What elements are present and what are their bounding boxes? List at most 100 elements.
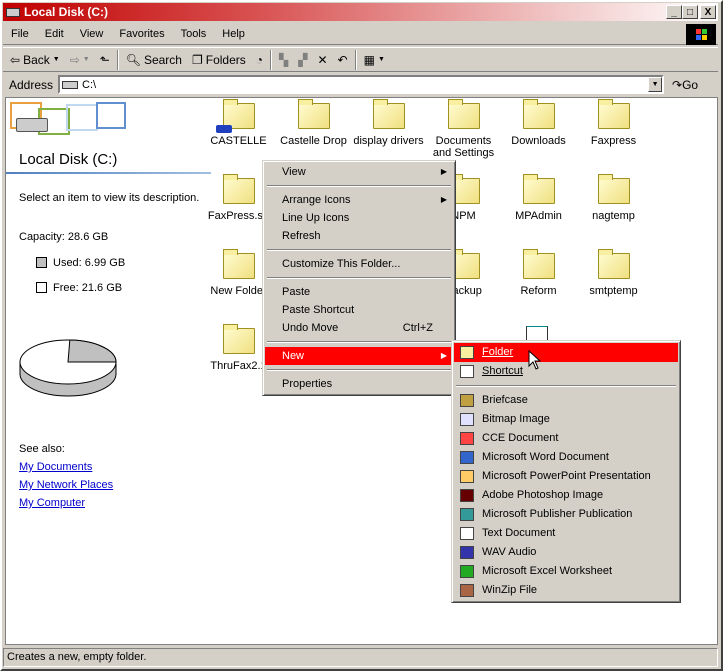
submenu-arrow-icon: ▶ — [440, 167, 447, 176]
submenu-item-microsoft-excel-worksheet[interactable]: Microsoft Excel Worksheet — [454, 562, 678, 581]
submenu-item-microsoft-powerpoint-presentation[interactable]: Microsoft PowerPoint Presentation — [454, 467, 678, 486]
move-to-button[interactable]: ▚ — [276, 53, 291, 67]
address-bar: Address C:\ ▼ ↷Go — [3, 74, 718, 95]
panel-title: Local Disk (C:) — [19, 151, 118, 168]
menu-item-view[interactable]: View ▶ — [265, 163, 453, 181]
folder-item[interactable]: display drivers — [351, 99, 426, 147]
folders-icon: ❐ — [191, 52, 203, 67]
folder-item[interactable]: MPAdmin — [501, 174, 576, 222]
folder-label: Faxpress — [590, 135, 637, 147]
submenu-item-wav-audio[interactable]: WAV Audio — [454, 543, 678, 562]
text-doc-icon — [460, 527, 474, 540]
maximize-button[interactable]: □ — [682, 5, 698, 19]
used-space: Used: 6.99 GB — [53, 257, 126, 269]
submenu-item-text-document[interactable]: Text Document — [454, 524, 678, 543]
views-button[interactable]: ▦ ▼ — [361, 53, 388, 67]
folder-icon — [460, 346, 474, 359]
free-space: Free: 21.6 GB — [53, 282, 123, 294]
folder-icon — [597, 99, 630, 129]
back-button[interactable]: ⇦ Back ▼ — [7, 53, 63, 67]
submenu-item-microsoft-word-document[interactable]: Microsoft Word Document — [454, 448, 678, 467]
divider — [116, 49, 119, 70]
folder-item[interactable]: Documents and Settings — [426, 99, 501, 159]
disk-usage-pie — [19, 339, 117, 397]
menu-item-line-up-icons[interactable]: Line Up Icons — [265, 209, 453, 227]
divider — [354, 49, 357, 70]
back-arrow-icon: ⇦ — [10, 52, 21, 67]
menu-help[interactable]: Help — [214, 28, 253, 40]
up-folder-button[interactable]: ⬑ — [97, 53, 113, 67]
link-my-computer[interactable]: My Computer — [19, 497, 85, 509]
mouse-cursor-icon — [528, 350, 542, 370]
publisher-icon — [460, 508, 474, 521]
folder-label: CASTELLE — [210, 135, 267, 147]
menu-tools[interactable]: Tools — [173, 28, 215, 40]
drive-icon — [62, 80, 79, 89]
submenu-item-cce-document[interactable]: CCE Document — [454, 429, 678, 448]
excel-icon — [460, 565, 474, 578]
submenu-item-shortcut[interactable]: Shortcut — [454, 362, 678, 381]
folder-item[interactable]: Downloads — [501, 99, 576, 147]
chevron-down-icon: ▼ — [377, 56, 385, 63]
divider — [6, 172, 211, 174]
folder-item[interactable]: smtptemp — [576, 249, 651, 297]
forward-arrow-icon: ⇨ — [69, 52, 80, 67]
history-button[interactable]: ◔ — [253, 53, 266, 67]
address-input[interactable]: C:\ ▼ — [58, 75, 665, 94]
shared-hand-icon — [216, 125, 232, 133]
menu-item-undo-move[interactable]: Undo Move Ctrl+Z — [265, 319, 453, 337]
minimize-button[interactable]: _ — [666, 5, 682, 19]
submenu-item-briefcase[interactable]: Briefcase — [454, 391, 678, 410]
submenu-item-winzip-file[interactable]: WinZip File — [454, 581, 678, 600]
capacity: Capacity: 28.6 GB — [19, 231, 109, 243]
address-label: Address — [9, 77, 54, 92]
submenu-item-bitmap-image[interactable]: Bitmap Image — [454, 410, 678, 429]
description: Select an item to view its description. — [19, 192, 200, 204]
submenu-item-microsoft-publisher-publication[interactable]: Microsoft Publisher Publication — [454, 505, 678, 524]
menu-edit[interactable]: Edit — [37, 28, 72, 40]
divider — [270, 49, 273, 70]
undo-button[interactable]: ↶ — [335, 53, 351, 67]
toolbar: ⇦ Back ▼ ⇨ ▼ ⬑ 🔍︎ Search ❐ Folders ◔ ▚ ▞ ✕ ↶ … — [3, 47, 718, 72]
link-my-documents[interactable]: My Documents — [19, 461, 92, 473]
menu-view[interactable]: View — [72, 28, 112, 40]
folder-label: smtptemp — [589, 285, 638, 297]
menu-file[interactable]: File — [3, 28, 37, 40]
copy-to-button[interactable]: ▞ — [295, 53, 310, 67]
folder-item[interactable]: CASTELLE — [201, 99, 276, 147]
go-arrow-icon: ↷ — [672, 77, 683, 92]
menu-item-properties[interactable]: Properties — [265, 375, 453, 393]
menu-item-arrange-icons[interactable]: Arrange Icons ▶ — [265, 191, 453, 209]
menu-item-paste-shortcut[interactable]: Paste Shortcut — [265, 301, 453, 319]
go-button[interactable]: ↷Go — [672, 78, 698, 92]
folder-icon — [522, 249, 555, 279]
windows-logo-icon — [686, 24, 716, 45]
folder-icon — [222, 249, 255, 279]
menu-item-customize[interactable]: Customize This Folder... — [265, 255, 453, 273]
folder-item[interactable]: Reform — [501, 249, 576, 297]
submenu-item-folder[interactable]: Folder — [454, 343, 678, 362]
submenu-arrow-icon: ▶ — [440, 195, 447, 204]
menu-item-refresh[interactable]: Refresh — [265, 227, 453, 245]
folder-item[interactable]: Castelle Drop — [276, 99, 351, 147]
folder-item[interactable]: nagtemp — [576, 174, 651, 222]
shortcut-label: Ctrl+Z — [402, 322, 433, 334]
submenu-arrow-icon: ▶ — [440, 351, 447, 360]
link-my-network-places[interactable]: My Network Places — [19, 479, 113, 491]
menu-item-new[interactable]: New ▶ — [265, 347, 453, 365]
forward-button[interactable]: ⇨ ▼ — [67, 53, 93, 67]
divider — [267, 249, 451, 251]
drive-icon — [16, 118, 48, 132]
menu-favorites[interactable]: Favorites — [111, 28, 172, 40]
title-bar[interactable]: Local Disk (C:) _ □ X — [3, 3, 718, 21]
menu-item-paste[interactable]: Paste — [265, 283, 453, 301]
address-dropdown-button[interactable]: ▼ — [648, 77, 663, 92]
close-button[interactable]: X — [700, 5, 716, 19]
delete-button[interactable]: ✕ — [314, 53, 330, 67]
see-also-label: See also: — [19, 443, 65, 455]
search-button[interactable]: 🔍︎ Search — [123, 53, 185, 67]
folders-button[interactable]: ❐ Folders — [189, 53, 249, 67]
folder-item[interactable]: Faxpress — [576, 99, 651, 147]
cce-icon — [460, 432, 474, 445]
submenu-item-adobe-photoshop-image[interactable]: Adobe Photoshop Image — [454, 486, 678, 505]
